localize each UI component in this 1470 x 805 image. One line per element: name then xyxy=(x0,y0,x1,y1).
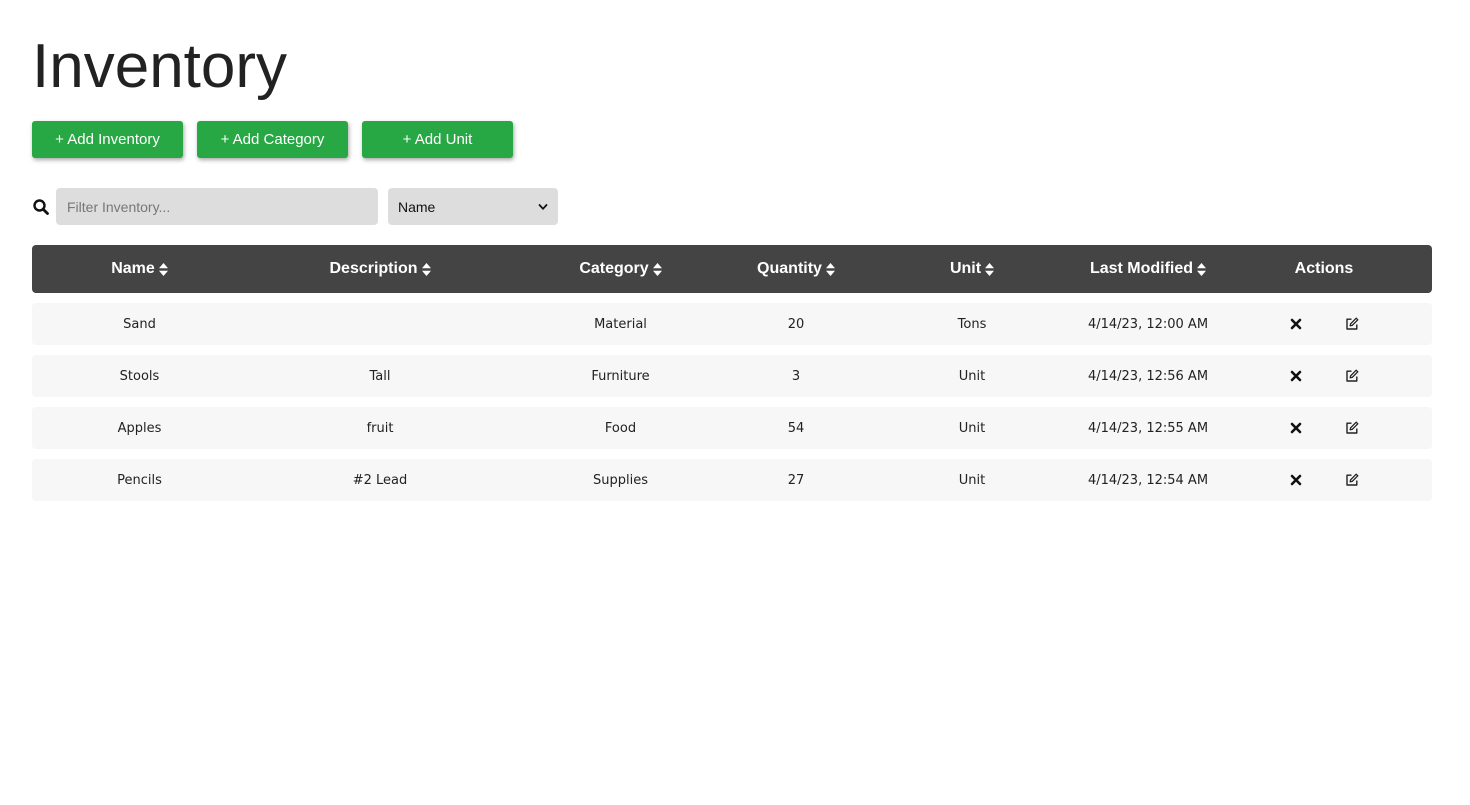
cell-category: Food xyxy=(604,420,637,436)
cell-description: Tall xyxy=(369,368,391,384)
table-row: Sand Material 20 Tons 4/14/23, 12:00 AM xyxy=(32,303,1432,345)
column-header-name[interactable]: Name xyxy=(32,260,247,278)
cell-quantity: 54 xyxy=(787,420,805,436)
filter-bar: Name xyxy=(32,188,558,225)
delete-icon[interactable] xyxy=(1289,369,1303,383)
table-row: Stools Tall Furniture 3 Unit 4/14/23, 12… xyxy=(32,355,1432,397)
column-header-category[interactable]: Category xyxy=(513,260,728,278)
cell-quantity: 27 xyxy=(787,472,805,488)
cell-unit: Unit xyxy=(958,368,986,384)
column-label: Quantity xyxy=(757,260,822,277)
column-label: Category xyxy=(579,260,649,277)
sort-icon[interactable] xyxy=(825,262,835,276)
filter-input[interactable] xyxy=(56,188,378,225)
table-header: Name Description Category Quantity Unit … xyxy=(32,245,1432,293)
column-header-description[interactable]: Description xyxy=(247,260,513,278)
inventory-table: Name Description Category Quantity Unit … xyxy=(32,245,1432,501)
cell-name: Stools xyxy=(119,368,160,384)
cell-name: Apples xyxy=(117,420,162,436)
cell-quantity: 3 xyxy=(791,368,801,384)
column-label: Unit xyxy=(949,260,982,277)
action-buttons: + Add Inventory + Add Category + Add Uni… xyxy=(32,121,513,158)
cell-name: Pencils xyxy=(117,472,162,488)
chevron-down-icon xyxy=(538,203,548,210)
cell-unit: Unit xyxy=(958,472,986,488)
cell-last-modified: 4/14/23, 12:54 AM xyxy=(1087,472,1209,488)
column-label: Description xyxy=(329,260,418,277)
cell-last-modified: 4/14/23, 12:55 AM xyxy=(1087,420,1209,436)
table-row: Apples fruit Food 54 Unit 4/14/23, 12:55… xyxy=(32,407,1432,449)
filter-field-selected: Name xyxy=(398,198,436,215)
cell-last-modified: 4/14/23, 12:00 AM xyxy=(1087,316,1209,332)
page-title: Inventory xyxy=(32,32,288,101)
add-unit-button[interactable]: + Add Unit xyxy=(362,121,513,158)
edit-icon[interactable] xyxy=(1345,369,1359,383)
cell-last-modified: 4/14/23, 12:56 AM xyxy=(1087,368,1209,384)
cell-actions xyxy=(1216,317,1432,331)
delete-icon[interactable] xyxy=(1289,421,1303,435)
sort-icon[interactable] xyxy=(421,262,431,276)
edit-icon[interactable] xyxy=(1345,317,1359,331)
inventory-page: Inventory + Add Inventory + Add Category… xyxy=(0,0,1470,805)
cell-category: Furniture xyxy=(591,368,650,384)
sort-icon[interactable] xyxy=(652,262,662,276)
cell-description: fruit xyxy=(366,420,394,436)
sort-icon[interactable] xyxy=(158,262,168,276)
add-inventory-button[interactable]: + Add Inventory xyxy=(32,121,183,158)
column-label: Last Modified xyxy=(1089,260,1194,277)
table-row: Pencils #2 Lead Supplies 27 Unit 4/14/23… xyxy=(32,459,1432,501)
column-header-unit[interactable]: Unit xyxy=(864,260,1080,278)
cell-category: Supplies xyxy=(593,472,648,488)
cell-name: Sand xyxy=(123,316,156,332)
cell-unit: Tons xyxy=(957,316,987,332)
cell-unit: Unit xyxy=(958,420,986,436)
edit-icon[interactable] xyxy=(1345,421,1359,435)
cell-description: #2 Lead xyxy=(352,472,408,488)
filter-field-select[interactable]: Name xyxy=(388,188,558,225)
cell-quantity: 20 xyxy=(787,316,805,332)
add-category-button[interactable]: + Add Category xyxy=(197,121,348,158)
delete-icon[interactable] xyxy=(1289,473,1303,487)
search-icon xyxy=(33,198,49,215)
edit-icon[interactable] xyxy=(1345,473,1359,487)
delete-icon[interactable] xyxy=(1289,317,1303,331)
column-header-quantity[interactable]: Quantity xyxy=(728,260,864,278)
sort-icon[interactable] xyxy=(985,262,995,276)
cell-actions xyxy=(1216,421,1432,435)
sort-icon[interactable] xyxy=(1197,262,1207,276)
cell-category: Material xyxy=(594,316,647,332)
column-header-last-modified[interactable]: Last Modified xyxy=(1080,260,1216,278)
column-label: Actions xyxy=(1294,260,1354,277)
cell-actions xyxy=(1216,369,1432,383)
column-label: Name xyxy=(111,260,155,277)
column-header-actions: Actions xyxy=(1216,260,1432,278)
cell-actions xyxy=(1216,473,1432,487)
